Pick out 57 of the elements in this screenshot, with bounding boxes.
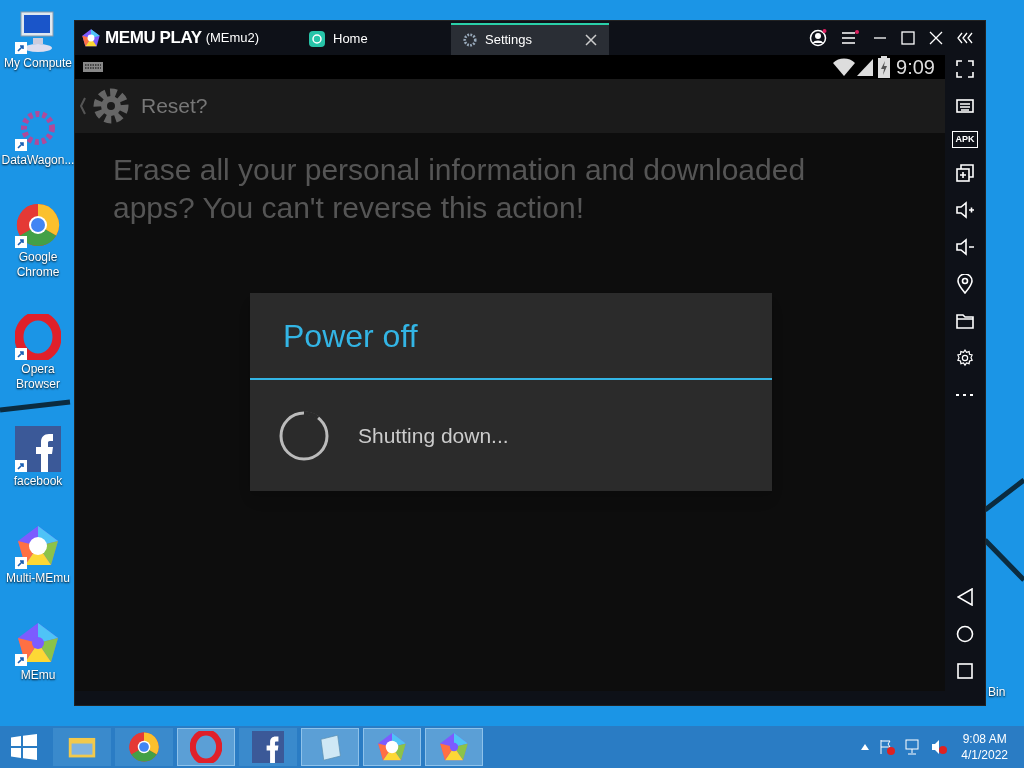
network-icon[interactable] <box>905 739 922 755</box>
instance-name: (MEmu2) <box>205 29 260 48</box>
shortcut-arrow-icon <box>15 460 27 472</box>
shortcut-arrow-icon <box>15 42 27 54</box>
shortcut-arrow-icon <box>15 139 27 151</box>
desktop-icon-label[interactable]: DataWagon... <box>0 153 76 168</box>
desktop-icon-label[interactable]: Bin <box>988 683 1006 701</box>
taskbar-app-button[interactable] <box>363 728 421 766</box>
maximize-icon[interactable] <box>901 31 915 45</box>
collapse-sidebar-icon[interactable] <box>957 32 975 44</box>
fullscreen-icon[interactable] <box>953 57 977 81</box>
shortcut-arrow-icon <box>15 557 27 569</box>
taskbar-app-button[interactable] <box>239 728 297 766</box>
wifi-icon <box>832 57 857 77</box>
battery-charging-icon <box>878 56 891 78</box>
browser-icon <box>128 731 160 763</box>
action-bar-title: Reset? <box>141 93 208 120</box>
letter-f-icon <box>252 731 284 763</box>
desktop-icon-label[interactable]: Opera Browser <box>0 362 76 392</box>
menu-icon[interactable] <box>841 30 859 46</box>
shortcut-arrow-icon <box>15 654 27 666</box>
add-window-icon[interactable] <box>953 161 977 185</box>
pentagon-icon <box>438 731 470 763</box>
ring-icon <box>15 314 61 360</box>
shortcut-arrow-icon <box>15 348 27 360</box>
desktop-icon-label[interactable]: Google Chrome <box>0 250 76 280</box>
dialog-title: Power off <box>283 316 418 356</box>
warning-text: Erase all your personal information and downloaded apps? You can't reverse this action! <box>112 152 807 226</box>
desktop-icon-label[interactable]: Multi-MEmu <box>0 571 76 586</box>
desktop-icon-label[interactable]: facebook <box>0 474 76 489</box>
desktop-icon-label[interactable]: MEmu <box>0 668 76 683</box>
pentagon-logo-icon <box>81 28 101 48</box>
taskbar-date[interactable]: 4/1/2022 <box>961 747 1008 763</box>
app-icon <box>309 31 325 47</box>
dialog-message: Shutting down... <box>358 422 509 449</box>
close-icon[interactable] <box>585 34 597 46</box>
tab[interactable]: Home <box>301 23 451 55</box>
taskbar-app-button[interactable] <box>425 728 483 766</box>
shortcut-arrow-icon <box>15 236 27 248</box>
status-time: 9:09 <box>896 55 935 80</box>
ring-icon <box>190 731 222 763</box>
windows-logo-icon <box>11 734 37 760</box>
keyboard-icon <box>83 62 103 72</box>
pentagon-icon <box>376 731 408 763</box>
app-logo-text: MEMU PLAY <box>105 27 202 50</box>
desktop-icon-label[interactable]: My Compute <box>0 56 76 71</box>
taskbar-time[interactable]: 9:08 AM <box>962 731 1007 747</box>
speaker-muted-icon[interactable] <box>931 739 948 755</box>
apk-button[interactable]: APK <box>952 131 978 148</box>
flag-warning-icon[interactable] <box>879 739 896 755</box>
account-icon[interactable] <box>809 29 827 47</box>
signal-icon <box>856 57 875 77</box>
spinner-icon <box>278 409 330 462</box>
caret-up-icon[interactable] <box>861 744 870 750</box>
letter-f-icon <box>15 426 61 472</box>
tab[interactable]: Settings <box>451 23 609 55</box>
browser-icon <box>15 202 61 248</box>
